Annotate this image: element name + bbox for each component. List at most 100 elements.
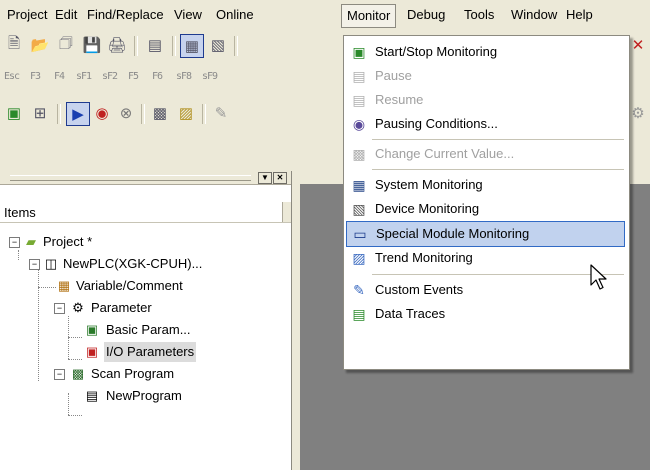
close-x-icon[interactable]: ✕ [627,34,649,56]
collapse-icon[interactable]: − [54,369,65,380]
menu-pause[interactable]: ▤ Pause [346,64,625,88]
data-traces-icon: ▤ [352,306,366,322]
fkey-sf8[interactable]: sF8 [176,71,192,82]
menu-change-current-value[interactable]: ▩ Change Current Value... [346,142,625,166]
project-panel: ▼ ✕ Items − ▰ Project * − ◫ NewPLC(XGK-C… [0,171,292,470]
menu-separator [372,169,624,170]
save-icon[interactable]: 💾 [81,34,103,56]
trend-monitoring-icon: ▨ [352,250,366,266]
menu-item-label: Change Current Value... [375,146,515,161]
plc-info-icon[interactable]: ▨ [175,102,197,124]
menu-separator [372,139,624,140]
tree-label: Variable/Comment [76,278,183,293]
project-window-icon[interactable]: ▦ [180,34,204,58]
menu-system-monitoring[interactable]: ▦ System Monitoring [346,173,625,197]
fkey-sf1[interactable]: sF1 [76,71,92,82]
menu-item-label: System Monitoring [375,177,483,192]
tree-label: Project * [43,234,93,249]
menu-item-label: Start/Stop Monitoring [375,44,498,59]
menu-item-label: Pausing Conditions... [375,116,498,131]
fkey-esc[interactable]: Esc [4,71,20,82]
new-file-icon[interactable]: 🗎 [3,34,25,56]
toolbar-separator [57,104,61,124]
parameter-icon: ⚙ [72,300,84,315]
menu-item-label: Data Traces [375,306,446,321]
io-info-icon[interactable]: ▩ [149,102,171,124]
menu-item-label: Special Module Monitoring [376,226,530,241]
menu-online[interactable]: Online [211,5,259,25]
menu-item-label: Pause [375,68,412,83]
menu-bar: Project Edit Find/Replace View Online Mo… [0,0,650,28]
project-icon: ▰ [26,234,36,249]
message-window-icon[interactable]: ▧ [207,34,229,56]
fkey-f3[interactable]: F3 [30,71,41,82]
menu-edit[interactable]: Edit [50,5,82,25]
menu-resume[interactable]: ▤ Resume [346,88,625,112]
collapse-icon[interactable]: − [54,303,65,314]
variable-icon: ▦ [57,278,71,293]
print-icon[interactable]: 🖨 [106,34,128,56]
open-project-icon[interactable]: 🗇 [55,34,77,56]
menu-device-monitoring[interactable]: ▧ Device Monitoring [346,197,625,221]
tree-label: Basic Param... [106,322,191,337]
panel-scroll-handle[interactable] [282,202,291,222]
menu-monitor[interactable]: Monitor [341,4,397,28]
open-folder-icon[interactable]: 📂 [29,34,51,56]
monitor-icon[interactable]: ▣ [3,102,25,124]
menu-project[interactable]: Project [2,5,52,25]
fkey-f4[interactable]: F4 [54,71,65,82]
monitor-dropdown-menu: ▣ Start/Stop Monitoring ▤ Pause ▤ Resume… [343,35,630,370]
fkey-f5[interactable]: F5 [128,71,139,82]
toolbar-separator [202,104,206,124]
panel-grip[interactable] [10,175,251,181]
edit-tool-icon[interactable]: ✎ [210,102,232,124]
menu-item-label: Resume [375,92,424,107]
menu-item-label: Trend Monitoring [375,250,473,265]
change-value-icon: ▩ [352,146,366,162]
resume-icon: ▤ [352,92,366,108]
settings-icon[interactable]: ⚙ [627,102,649,124]
items-header[interactable]: Items [0,202,291,223]
menu-help[interactable]: Help [561,5,598,25]
tree-line [38,263,39,381]
menu-custom-events[interactable]: ✎ Custom Events [346,278,625,302]
items-header-label: Items [4,205,36,220]
print-preview-icon[interactable]: ▤ [144,34,166,56]
tree-line [68,337,82,338]
tree-line [68,393,69,415]
menu-window[interactable]: Window [506,5,562,25]
program-icon: ▤ [85,388,99,403]
io-param-icon: ▣ [85,344,99,359]
menu-tools[interactable]: Tools [459,5,499,25]
menu-pausing-conditions[interactable]: ◉ Pausing Conditions... [346,112,625,136]
toolbar-separator [134,36,138,56]
panel-splitter[interactable] [292,171,300,470]
menu-view[interactable]: View [169,5,207,25]
menu-start-stop-monitoring[interactable]: ▣ Start/Stop Monitoring [346,40,625,64]
pause-icon: ▤ [352,68,366,84]
panel-close-button[interactable]: ✕ [273,172,287,184]
menu-find-replace[interactable]: Find/Replace [82,5,169,25]
cancel-icon[interactable]: ⊗ [115,102,137,124]
tree-line [18,250,19,260]
stop-icon[interactable]: ◉ [91,102,113,124]
menu-debug[interactable]: Debug [402,5,450,25]
collapse-icon[interactable]: − [29,259,40,270]
pausing-conditions-icon: ◉ [352,116,366,132]
panel-menu-button[interactable]: ▼ [258,172,272,184]
toolbar-separator [172,36,176,56]
run-icon[interactable]: ▶ [66,102,90,126]
tree-label: Parameter [91,300,152,315]
menu-special-module-monitoring[interactable]: ▭ Special Module Monitoring [346,221,625,247]
fkey-f6[interactable]: F6 [152,71,163,82]
connect-icon[interactable]: ⊞ [29,102,51,124]
fkey-sf9[interactable]: sF9 [202,71,218,82]
collapse-icon[interactable]: − [9,237,20,248]
panel-title-bar: ▼ ✕ [0,171,291,185]
tree-label: NewProgram [106,388,182,403]
menu-data-traces[interactable]: ▤ Data Traces [346,302,625,326]
menu-trend-monitoring[interactable]: ▨ Trend Monitoring [346,246,625,270]
fkey-sf2[interactable]: sF2 [102,71,118,82]
toolbar-separator [234,36,238,56]
menu-item-label: Device Monitoring [375,201,480,216]
